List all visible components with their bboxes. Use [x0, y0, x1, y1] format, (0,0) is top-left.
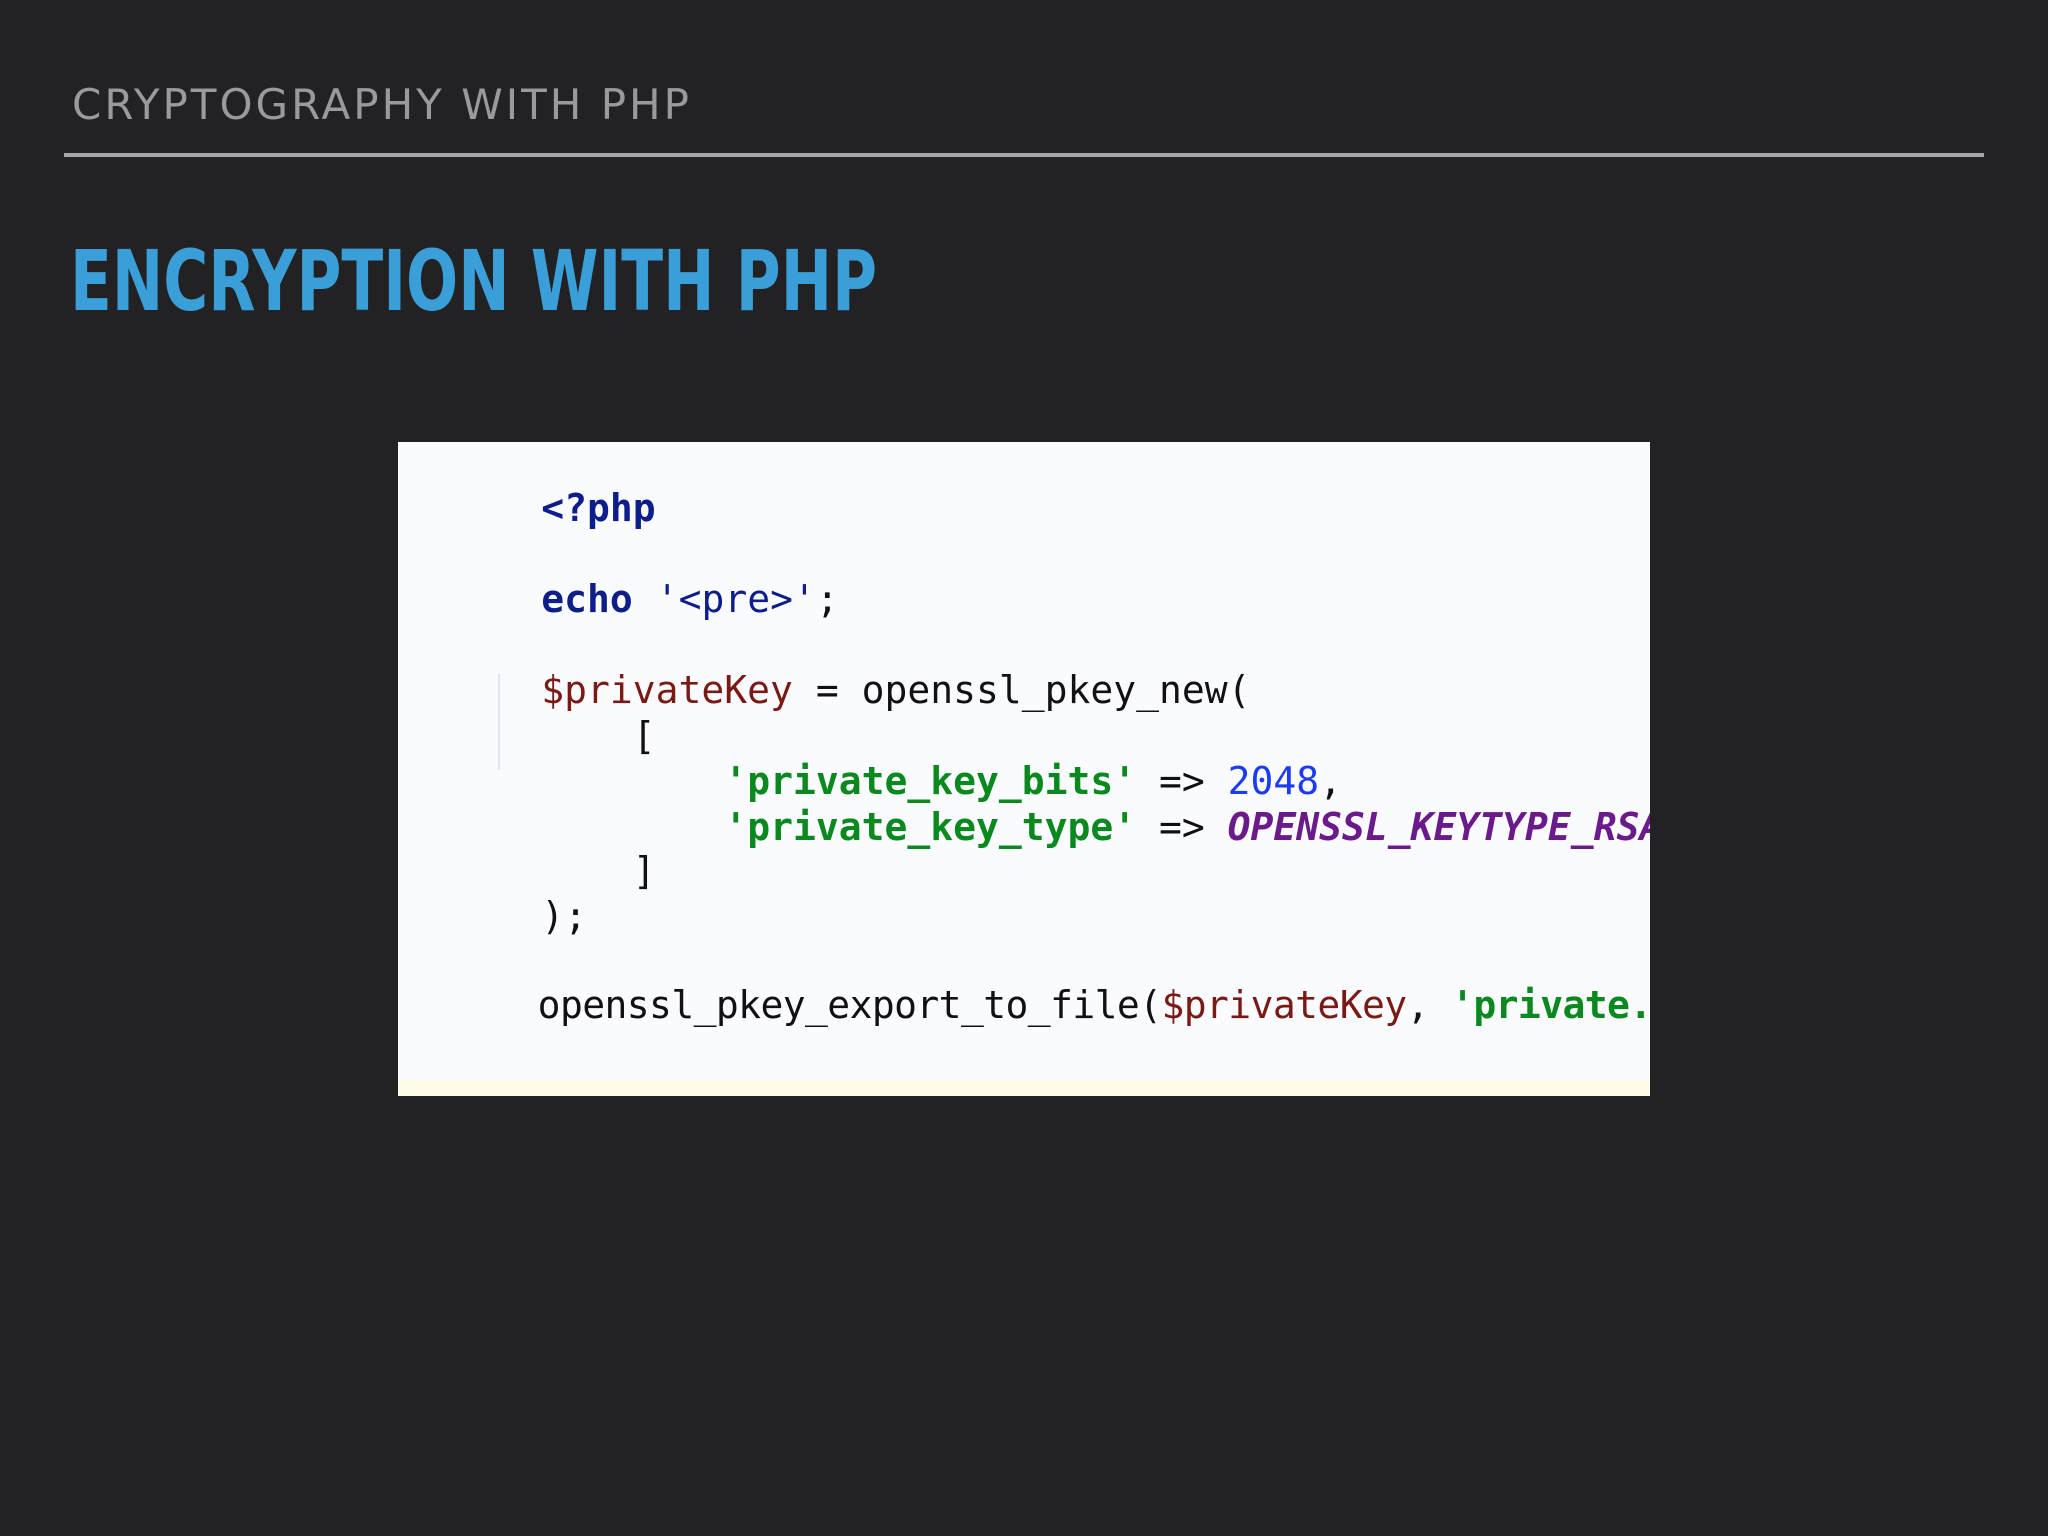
php-open-tag: <?php [541, 486, 656, 530]
free-variable: $privateKey [930, 1075, 1182, 1096]
export-variable: $privateKey [1161, 983, 1407, 1027]
code-line-free: openssl_free_key($privateKey); [404, 1031, 1228, 1096]
echo-string: '<pre>' [655, 577, 816, 621]
free-end: ); [1182, 1075, 1228, 1096]
echo-semicolon: ; [815, 577, 839, 621]
slide-title: ENCRYPTION WITH PHP [70, 232, 878, 330]
arrow-operator: => [1136, 805, 1228, 849]
code-screenshot: <?php echo '<pre>'; $privateKey = openss… [398, 442, 1650, 1096]
pkey-new-call: openssl_pkey_new( [861, 668, 1251, 712]
export-separator: , [1406, 983, 1452, 1027]
echo-space [633, 577, 656, 621]
close-paren: ); [541, 894, 588, 938]
slide: CRYPTOGRAPHY WITH PHP ENCRYPTION WITH PH… [0, 0, 2048, 1536]
echo-keyword: echo [541, 577, 633, 621]
free-call: openssl_free_key( [541, 1075, 930, 1096]
header-divider [64, 153, 1984, 157]
key-type-constant: OPENSSL_KEYTYPE_RSA [1227, 805, 1650, 849]
export-call: openssl_pkey_export_to_file( [537, 983, 1162, 1027]
export-filename: 'private.key' [1451, 983, 1650, 1027]
key-type-string: 'private_key_type' [724, 805, 1137, 849]
assign-operator: = [792, 668, 862, 712]
section-title: CRYPTOGRAPHY WITH PHP [72, 80, 692, 129]
